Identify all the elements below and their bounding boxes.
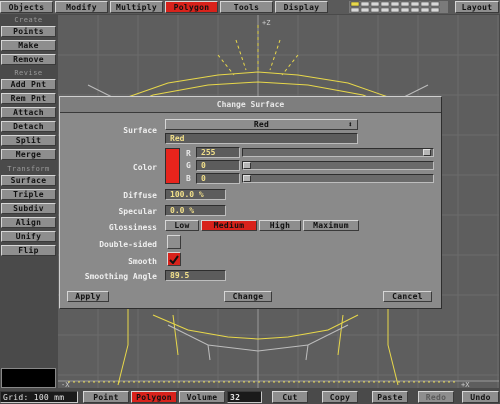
axis-label-right: +X bbox=[461, 381, 470, 388]
tab-objects[interactable]: Objects bbox=[0, 1, 53, 13]
undo-button[interactable]: Undo bbox=[462, 391, 499, 403]
color-swatch[interactable] bbox=[165, 148, 180, 184]
align-button[interactable]: Align bbox=[1, 217, 56, 228]
layer-buttons bbox=[349, 1, 448, 13]
status-bar: Grid: 100 mm Point Polygon Volume 32 Cut… bbox=[0, 391, 500, 404]
red-slider[interactable] bbox=[242, 148, 434, 157]
checkmark-icon bbox=[169, 254, 179, 264]
blue-channel-label: B bbox=[186, 174, 191, 183]
triple-button[interactable]: Triple bbox=[1, 189, 56, 200]
updown-arrows-icon: ⬍ bbox=[347, 120, 353, 129]
axis-label-top: +Z bbox=[262, 19, 270, 27]
grid-size-readout: Grid: 100 mm bbox=[0, 391, 78, 403]
red-channel-label: R bbox=[186, 149, 191, 158]
surface-dropdown[interactable]: Red ⬍ bbox=[165, 119, 358, 130]
tab-polygon[interactable]: Polygon bbox=[165, 1, 218, 13]
change-button[interactable]: Change bbox=[224, 291, 272, 302]
menu-bar: Objects Modify Multiply Polygon Tools Di… bbox=[0, 0, 500, 14]
green-slider-knob[interactable] bbox=[243, 162, 251, 169]
blue-slider-knob[interactable] bbox=[243, 175, 251, 182]
transform-section-header: Transform bbox=[7, 165, 50, 173]
glossiness-low-button[interactable]: Low bbox=[165, 220, 199, 231]
smooth-label: Smooth bbox=[128, 257, 157, 266]
selection-count: 32 bbox=[227, 391, 262, 403]
make-button[interactable]: Make bbox=[1, 40, 56, 51]
unify-button[interactable]: Unify bbox=[1, 231, 56, 242]
glossiness-maximum-button[interactable]: Maximum bbox=[303, 220, 359, 231]
green-channel-label: G bbox=[186, 161, 191, 170]
tab-modify[interactable]: Modify bbox=[55, 1, 108, 13]
surface-dropdown-value: Red bbox=[253, 120, 270, 129]
copy-button[interactable]: Copy bbox=[322, 391, 358, 403]
detach-button[interactable]: Detach bbox=[1, 121, 56, 132]
points-button[interactable]: Points bbox=[1, 26, 56, 37]
volume-mode-button[interactable]: Volume bbox=[179, 391, 225, 403]
surface-label: Surface bbox=[123, 126, 157, 135]
create-section-header: Create bbox=[14, 16, 43, 24]
surface-name-field[interactable]: Red bbox=[165, 133, 358, 144]
paste-button[interactable]: Paste bbox=[372, 391, 408, 403]
red-value-field[interactable]: 255 bbox=[196, 147, 240, 158]
split-button[interactable]: Split bbox=[1, 135, 56, 146]
attach-button[interactable]: Attach bbox=[1, 107, 56, 118]
diffuse-label: Diffuse bbox=[123, 191, 157, 200]
cancel-button[interactable]: Cancel bbox=[383, 291, 432, 302]
change-surface-dialog: Change Surface Surface Red ⬍ Red Color R… bbox=[59, 96, 442, 309]
specular-label: Specular bbox=[118, 207, 157, 216]
tab-display[interactable]: Display bbox=[275, 1, 328, 13]
diffuse-field[interactable]: 100.0 % bbox=[165, 189, 226, 200]
layout-button[interactable]: Layout bbox=[455, 1, 499, 13]
smoothing-angle-label: Smoothing Angle bbox=[84, 272, 157, 281]
green-slider[interactable] bbox=[242, 161, 434, 170]
polygon-mode-button[interactable]: Polygon bbox=[131, 391, 177, 403]
remove-point-button[interactable]: Rem Pnt bbox=[1, 93, 56, 104]
tab-tools[interactable]: Tools bbox=[220, 1, 273, 13]
specular-field[interactable]: 0.0 % bbox=[165, 205, 226, 216]
remove-button[interactable]: Remove bbox=[1, 54, 56, 65]
tab-multiply[interactable]: Multiply bbox=[110, 1, 163, 13]
glossiness-medium-button[interactable]: Medium bbox=[201, 220, 257, 231]
red-slider-knob[interactable] bbox=[423, 149, 431, 156]
add-point-button[interactable]: Add Pnt bbox=[1, 79, 56, 90]
flip-button[interactable]: Flip bbox=[1, 245, 56, 256]
green-value-field[interactable]: 0 bbox=[196, 160, 240, 171]
blue-slider[interactable] bbox=[242, 174, 434, 183]
dialog-title: Change Surface bbox=[60, 97, 441, 113]
redo-button[interactable]: Redo bbox=[418, 391, 454, 403]
double-sided-checkbox[interactable] bbox=[167, 235, 181, 249]
glossiness-high-button[interactable]: High bbox=[259, 220, 301, 231]
axis-label-left: -X bbox=[61, 381, 70, 388]
color-label: Color bbox=[132, 163, 157, 172]
apply-button[interactable]: Apply bbox=[67, 291, 109, 302]
preview-box bbox=[1, 368, 56, 388]
blue-value-field[interactable]: 0 bbox=[196, 173, 240, 184]
subdivide-button[interactable]: Subdiv bbox=[1, 203, 56, 214]
surface-button[interactable]: Surface bbox=[1, 175, 56, 186]
layer-grid-icon[interactable] bbox=[349, 1, 448, 13]
point-mode-button[interactable]: Point bbox=[83, 391, 129, 403]
double-sided-label: Double-sided bbox=[99, 240, 157, 249]
smoothing-angle-field[interactable]: 89.5 bbox=[165, 270, 226, 281]
glossiness-label: Glossiness bbox=[108, 223, 157, 232]
merge-button[interactable]: Merge bbox=[1, 149, 56, 160]
revise-section-header: Revise bbox=[14, 69, 43, 77]
cut-button[interactable]: Cut bbox=[272, 391, 308, 403]
smooth-checkbox[interactable] bbox=[167, 252, 181, 266]
